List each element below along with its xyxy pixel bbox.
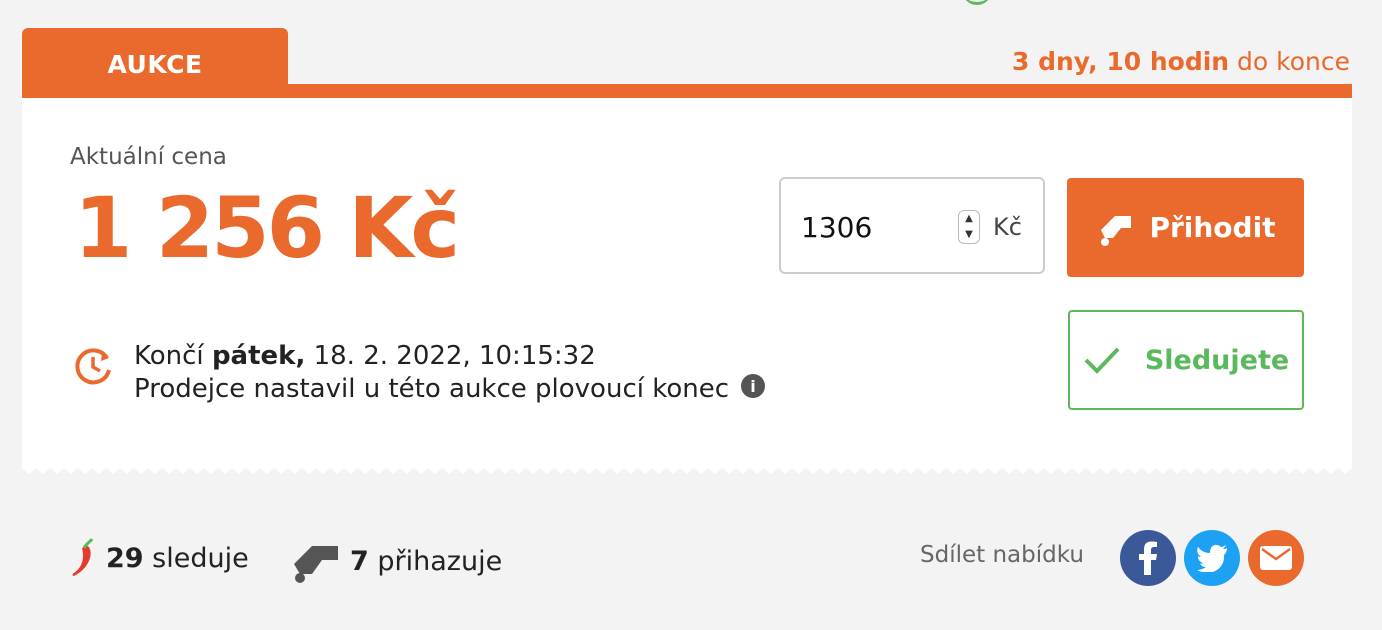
bid-amount-value[interactable]: 1306 <box>801 211 872 244</box>
tab-auction: AUKCE <box>22 28 288 86</box>
bid-currency: Kč <box>993 213 1022 241</box>
stepper-down-icon[interactable]: ▼ <box>965 230 973 240</box>
countdown: 3 dny, 10 hodin do konce <box>1012 47 1350 76</box>
watchers-label: sleduje <box>143 542 249 574</box>
share-facebook-button[interactable] <box>1120 530 1176 586</box>
gavel-hand-icon <box>1101 215 1132 246</box>
watchers-number: 29 <box>106 542 144 574</box>
floating-end-note: Prodejce nastavil u této aukce plovoucí … <box>134 374 766 404</box>
watching-button[interactable]: Sledujete <box>1068 310 1304 410</box>
floating-end-text: Prodejce nastavil u této aukce plovoucí … <box>134 374 730 404</box>
countdown-rest: do konce <box>1229 47 1350 76</box>
bidders-count: 7 přihazuje <box>290 538 502 584</box>
current-price-label: Aktuální cena <box>70 144 227 170</box>
watchers-count: 29 sleduje <box>70 538 249 578</box>
top-indicator <box>962 0 992 5</box>
bid-stepper[interactable]: ▲ ▼ <box>958 210 980 244</box>
share-email-button[interactable] <box>1248 530 1304 586</box>
place-bid-button[interactable]: Přihodit <box>1067 178 1304 277</box>
info-icon[interactable]: i <box>741 374 766 398</box>
twitter-icon <box>1197 544 1227 572</box>
tab-underline <box>22 84 1352 98</box>
bidders-number: 7 <box>350 545 369 577</box>
share-label: Sdílet nabídku <box>920 542 1084 568</box>
stepper-up-icon[interactable]: ▲ <box>965 214 973 224</box>
facebook-icon <box>1139 541 1157 575</box>
clock-icon <box>75 348 111 385</box>
current-price: 1 256 Kč <box>74 179 460 277</box>
gavel-hand-icon <box>294 546 338 583</box>
watching-label: Sledujete <box>1144 344 1290 376</box>
chili-pepper-icon <box>72 538 94 576</box>
check-icon <box>1084 347 1120 374</box>
place-bid-label: Přihodit <box>1149 211 1276 244</box>
countdown-bold: 3 dny, 10 hodin <box>1012 47 1230 76</box>
card-zigzag-edge <box>22 463 1352 475</box>
bid-amount-field[interactable]: 1306 ▲ ▼ Kč <box>779 177 1045 274</box>
auction-end-time: Končí pátek, 18. 2. 2022, 10:15:32 <box>134 341 596 371</box>
bidders-label: přihazuje <box>368 545 503 577</box>
share-twitter-button[interactable] <box>1184 530 1240 586</box>
mail-icon <box>1260 546 1292 570</box>
